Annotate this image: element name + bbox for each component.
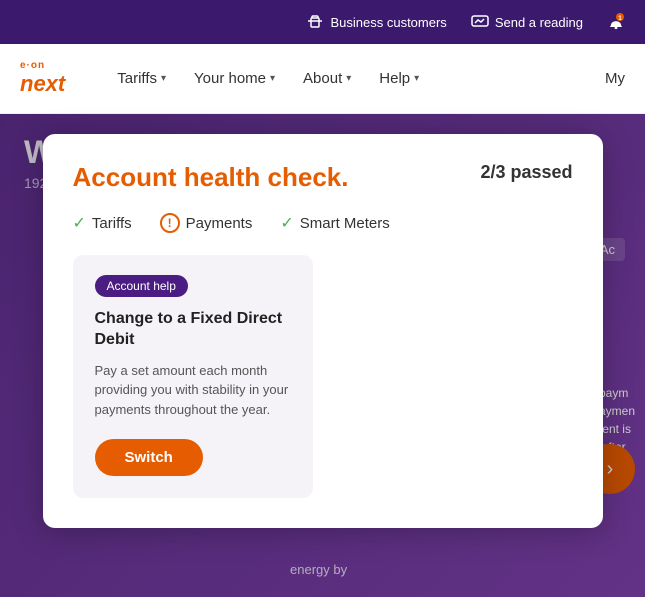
nav-item-my[interactable]: My	[605, 70, 625, 87]
nav-about-label: About	[303, 70, 342, 87]
check-smart-meters: ✓ Smart Meters	[280, 213, 389, 233]
nav-items: Tariffs ▾ Your home ▾ About ▾ Help ▾ My	[105, 62, 625, 95]
briefcase-icon	[306, 13, 324, 31]
business-customers-link[interactable]: Business customers	[306, 13, 446, 31]
business-customers-label: Business customers	[330, 15, 446, 30]
info-card-title: Change to a Fixed Direct Debit	[95, 309, 291, 351]
info-badge: Account help	[95, 275, 188, 297]
chevron-down-icon: ▾	[270, 73, 275, 84]
nav-item-your-home[interactable]: Your home ▾	[182, 62, 287, 95]
send-reading-link[interactable]: Send a reading	[471, 13, 583, 31]
top-bar: Business customers Send a reading 1	[0, 0, 645, 44]
nav-your-home-label: Your home	[194, 70, 266, 87]
nav-tariffs-label: Tariffs	[117, 70, 157, 87]
check-tariffs-label: Tariffs	[92, 215, 132, 232]
modal-title: Account health check.	[73, 162, 349, 193]
check-payments-label: Payments	[186, 215, 253, 232]
switch-button[interactable]: Switch	[95, 439, 203, 476]
send-reading-label: Send a reading	[495, 15, 583, 30]
check-pass-icon: ✓	[73, 213, 86, 233]
nav-item-help[interactable]: Help ▾	[367, 62, 431, 95]
eon-next-logo[interactable]: e·on next	[20, 60, 65, 97]
notification-bell[interactable]: 1	[607, 13, 625, 31]
health-check-modal: Account health check. 2/3 passed ✓ Tarif…	[43, 134, 603, 528]
modal-score: 2/3 passed	[480, 162, 572, 183]
modal-header: Account health check. 2/3 passed	[73, 162, 573, 193]
main-nav: e·on next Tariffs ▾ Your home ▾ About ▾ …	[0, 44, 645, 114]
check-payments: ! Payments	[160, 213, 253, 233]
nav-my-label: My	[605, 70, 625, 87]
check-tariffs: ✓ Tariffs	[73, 213, 132, 233]
logo-next-text: next	[20, 71, 65, 97]
logo-eon-text: e·on	[20, 60, 65, 71]
nav-help-label: Help	[379, 70, 410, 87]
nav-item-about[interactable]: About ▾	[291, 62, 363, 95]
chevron-down-icon: ▾	[346, 73, 351, 84]
check-smart-meters-label: Smart Meters	[300, 215, 390, 232]
modal-overlay: Account health check. 2/3 passed ✓ Tarif…	[0, 114, 645, 597]
info-card: Account help Change to a Fixed Direct De…	[73, 255, 313, 498]
nav-item-tariffs[interactable]: Tariffs ▾	[105, 62, 178, 95]
check-pass-icon: ✓	[280, 213, 293, 233]
info-card-body: Pay a set amount each month providing yo…	[95, 361, 291, 420]
chevron-down-icon: ▾	[161, 73, 166, 84]
check-items-row: ✓ Tariffs ! Payments ✓ Smart Meters	[73, 213, 573, 233]
check-warn-icon: !	[160, 213, 180, 233]
meter-icon	[471, 13, 489, 31]
chevron-down-icon: ▾	[414, 73, 419, 84]
